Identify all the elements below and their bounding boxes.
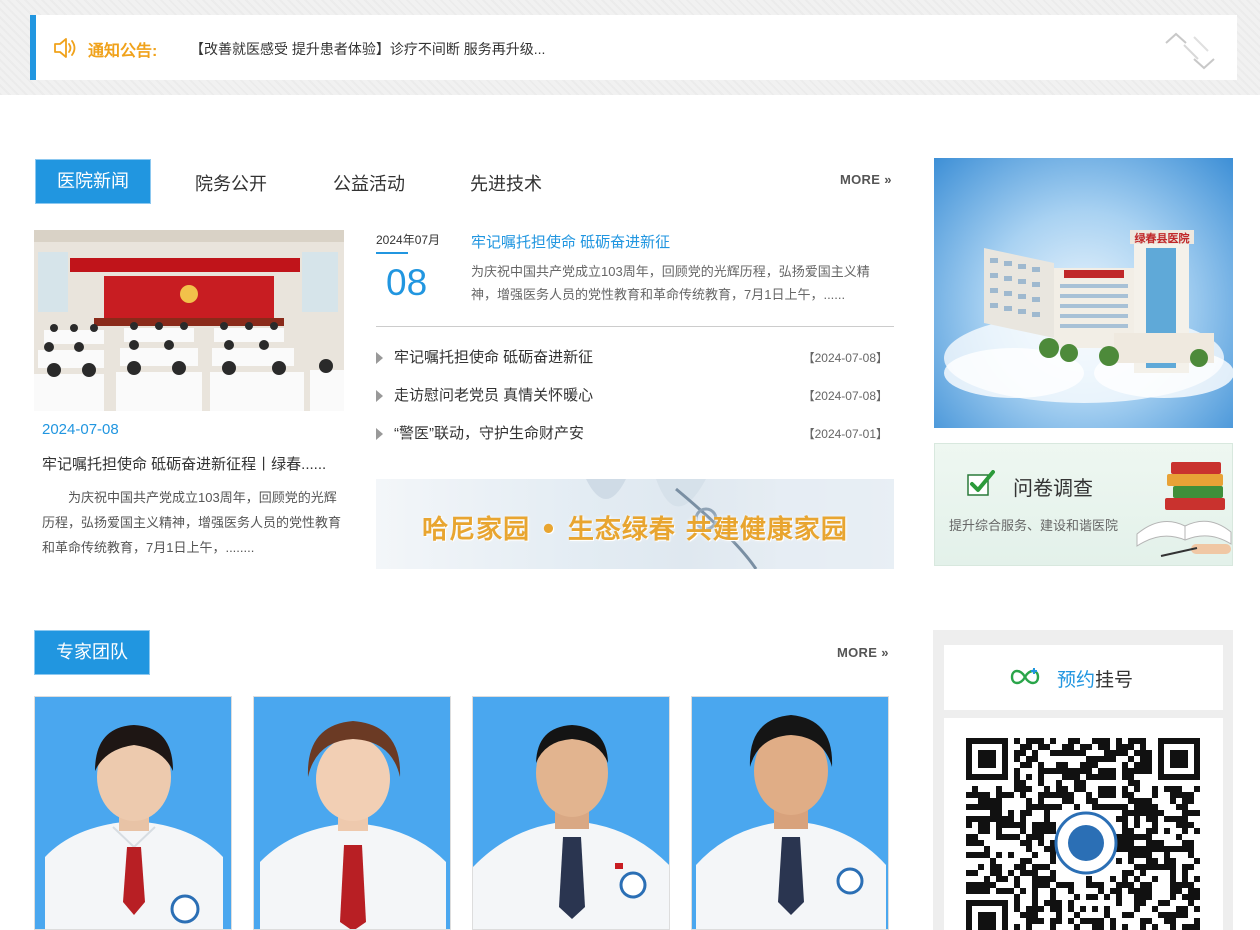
triangle-bullet-icon: [376, 428, 383, 440]
news-list-item[interactable]: “警医”联动，守护生命财产安 【2024-07-01】: [376, 419, 894, 457]
expert-photo-4[interactable]: [691, 696, 889, 930]
speaker-icon: [54, 38, 76, 58]
tab-charity[interactable]: 公益活动: [333, 170, 405, 196]
news-item-date: 【2024-07-08】: [802, 389, 888, 403]
registration-title: 预约挂号: [1057, 665, 1133, 692]
checkmark-icon: [967, 470, 995, 496]
registration-title-b: 挂号: [1095, 670, 1134, 691]
svg-text:绿春县医院: 绿春县医院: [1135, 231, 1190, 245]
qr-code-icon: [966, 738, 1200, 930]
double-chevron-right-icon: »: [881, 645, 889, 660]
experts-more-label: MORE: [837, 645, 878, 660]
triangle-bullet-icon: [376, 352, 383, 364]
notice-scroll-arrows-icon[interactable]: [1164, 31, 1216, 71]
headline-summary: 为庆祝中国共产党成立103周年，回顾党的光辉历程，弘扬爱国主义精神，增强医务人员…: [471, 264, 870, 302]
expert-photo-3[interactable]: [472, 696, 670, 930]
news-more-label: MORE: [840, 172, 881, 187]
triangle-bullet-icon: [376, 390, 383, 402]
tab-technology[interactable]: 先进技术: [470, 170, 542, 196]
tab-affairs[interactable]: 院务公开: [195, 170, 267, 196]
registration-title-a: 预约: [1057, 670, 1096, 691]
health-home-banner[interactable]: 哈尼家园 • 生态绿春 共建健康家园: [376, 479, 894, 569]
expert-team-title-label: 专家团队: [56, 642, 128, 662]
banner-slogan: 哈尼家园 • 生态绿春 共建健康家园: [422, 515, 848, 545]
appointment-icon: [1010, 668, 1040, 685]
survey-panel[interactable]: 问卷调查 提升综合服务、建设和谐医院: [934, 443, 1233, 566]
news-item-title[interactable]: 走访慰问老党员 真情关怀暖心: [394, 381, 593, 411]
news-item-date: 【2024-07-08】: [802, 351, 888, 365]
news-item-title[interactable]: 牢记嘱托担使命 砥砺奋进新征: [394, 343, 593, 373]
hospital-building-image[interactable]: 绿春县医院: [934, 158, 1233, 428]
notice-link[interactable]: 【改善就医感受 提升患者体验】诊疗不间断 服务再升级...: [190, 39, 545, 59]
headline-date-divider: [376, 252, 408, 254]
tab-hospital-news-label: 医院新闻: [57, 171, 129, 191]
headline-divider: [376, 326, 894, 327]
expert-photo-2[interactable]: [253, 696, 451, 930]
notice-label: 通知公告:: [88, 43, 158, 60]
feature-news-title[interactable]: 牢记嘱托担使命 砥砺奋进新征程丨绿春......: [42, 453, 342, 474]
headline-year-month: 2024年07月: [376, 233, 441, 247]
survey-title: 问卷调查: [1013, 478, 1093, 500]
headline-day: 08: [386, 262, 428, 303]
news-list: 牢记嘱托担使命 砥砺奋进新征 【2024-07-08】 走访慰问老党员 真情关怀…: [376, 343, 894, 457]
registration-header[interactable]: 预约挂号: [944, 645, 1223, 710]
headline-title[interactable]: 牢记嘱托担使命 砥砺奋进新征: [471, 231, 670, 252]
news-list-item[interactable]: 走访慰问老党员 真情关怀暖心 【2024-07-08】: [376, 381, 894, 419]
books-icon: [1136, 462, 1232, 557]
feature-news-summary: 为庆祝中国共产党成立103周年，回顾党的光辉历程，弘扬爱国主义精神，增强医务人员…: [42, 490, 342, 555]
expert-team-title[interactable]: 专家团队: [34, 630, 150, 675]
survey-subtitle: 提升综合服务、建设和谐医院: [949, 518, 1119, 533]
tab-hospital-news[interactable]: 医院新闻: [35, 159, 151, 204]
feature-news-date: 2024-07-08: [42, 421, 119, 438]
news-list-item[interactable]: 牢记嘱托担使命 砥砺奋进新征 【2024-07-08】: [376, 343, 894, 381]
experts-more-link[interactable]: MORE»: [837, 645, 889, 660]
notice-bar: 通知公告: 【改善就医感受 提升患者体验】诊疗不间断 服务再升级...: [30, 15, 1237, 80]
feature-news-image[interactable]: [34, 230, 344, 411]
news-more-link[interactable]: MORE»: [840, 172, 892, 187]
news-item-title[interactable]: “警医”联动，守护生命财产安: [394, 419, 584, 449]
expert-photo-1[interactable]: [34, 696, 232, 930]
news-item-date: 【2024-07-01】: [802, 427, 888, 441]
double-chevron-right-icon: »: [884, 172, 892, 187]
registration-qr-code[interactable]: [944, 718, 1223, 930]
